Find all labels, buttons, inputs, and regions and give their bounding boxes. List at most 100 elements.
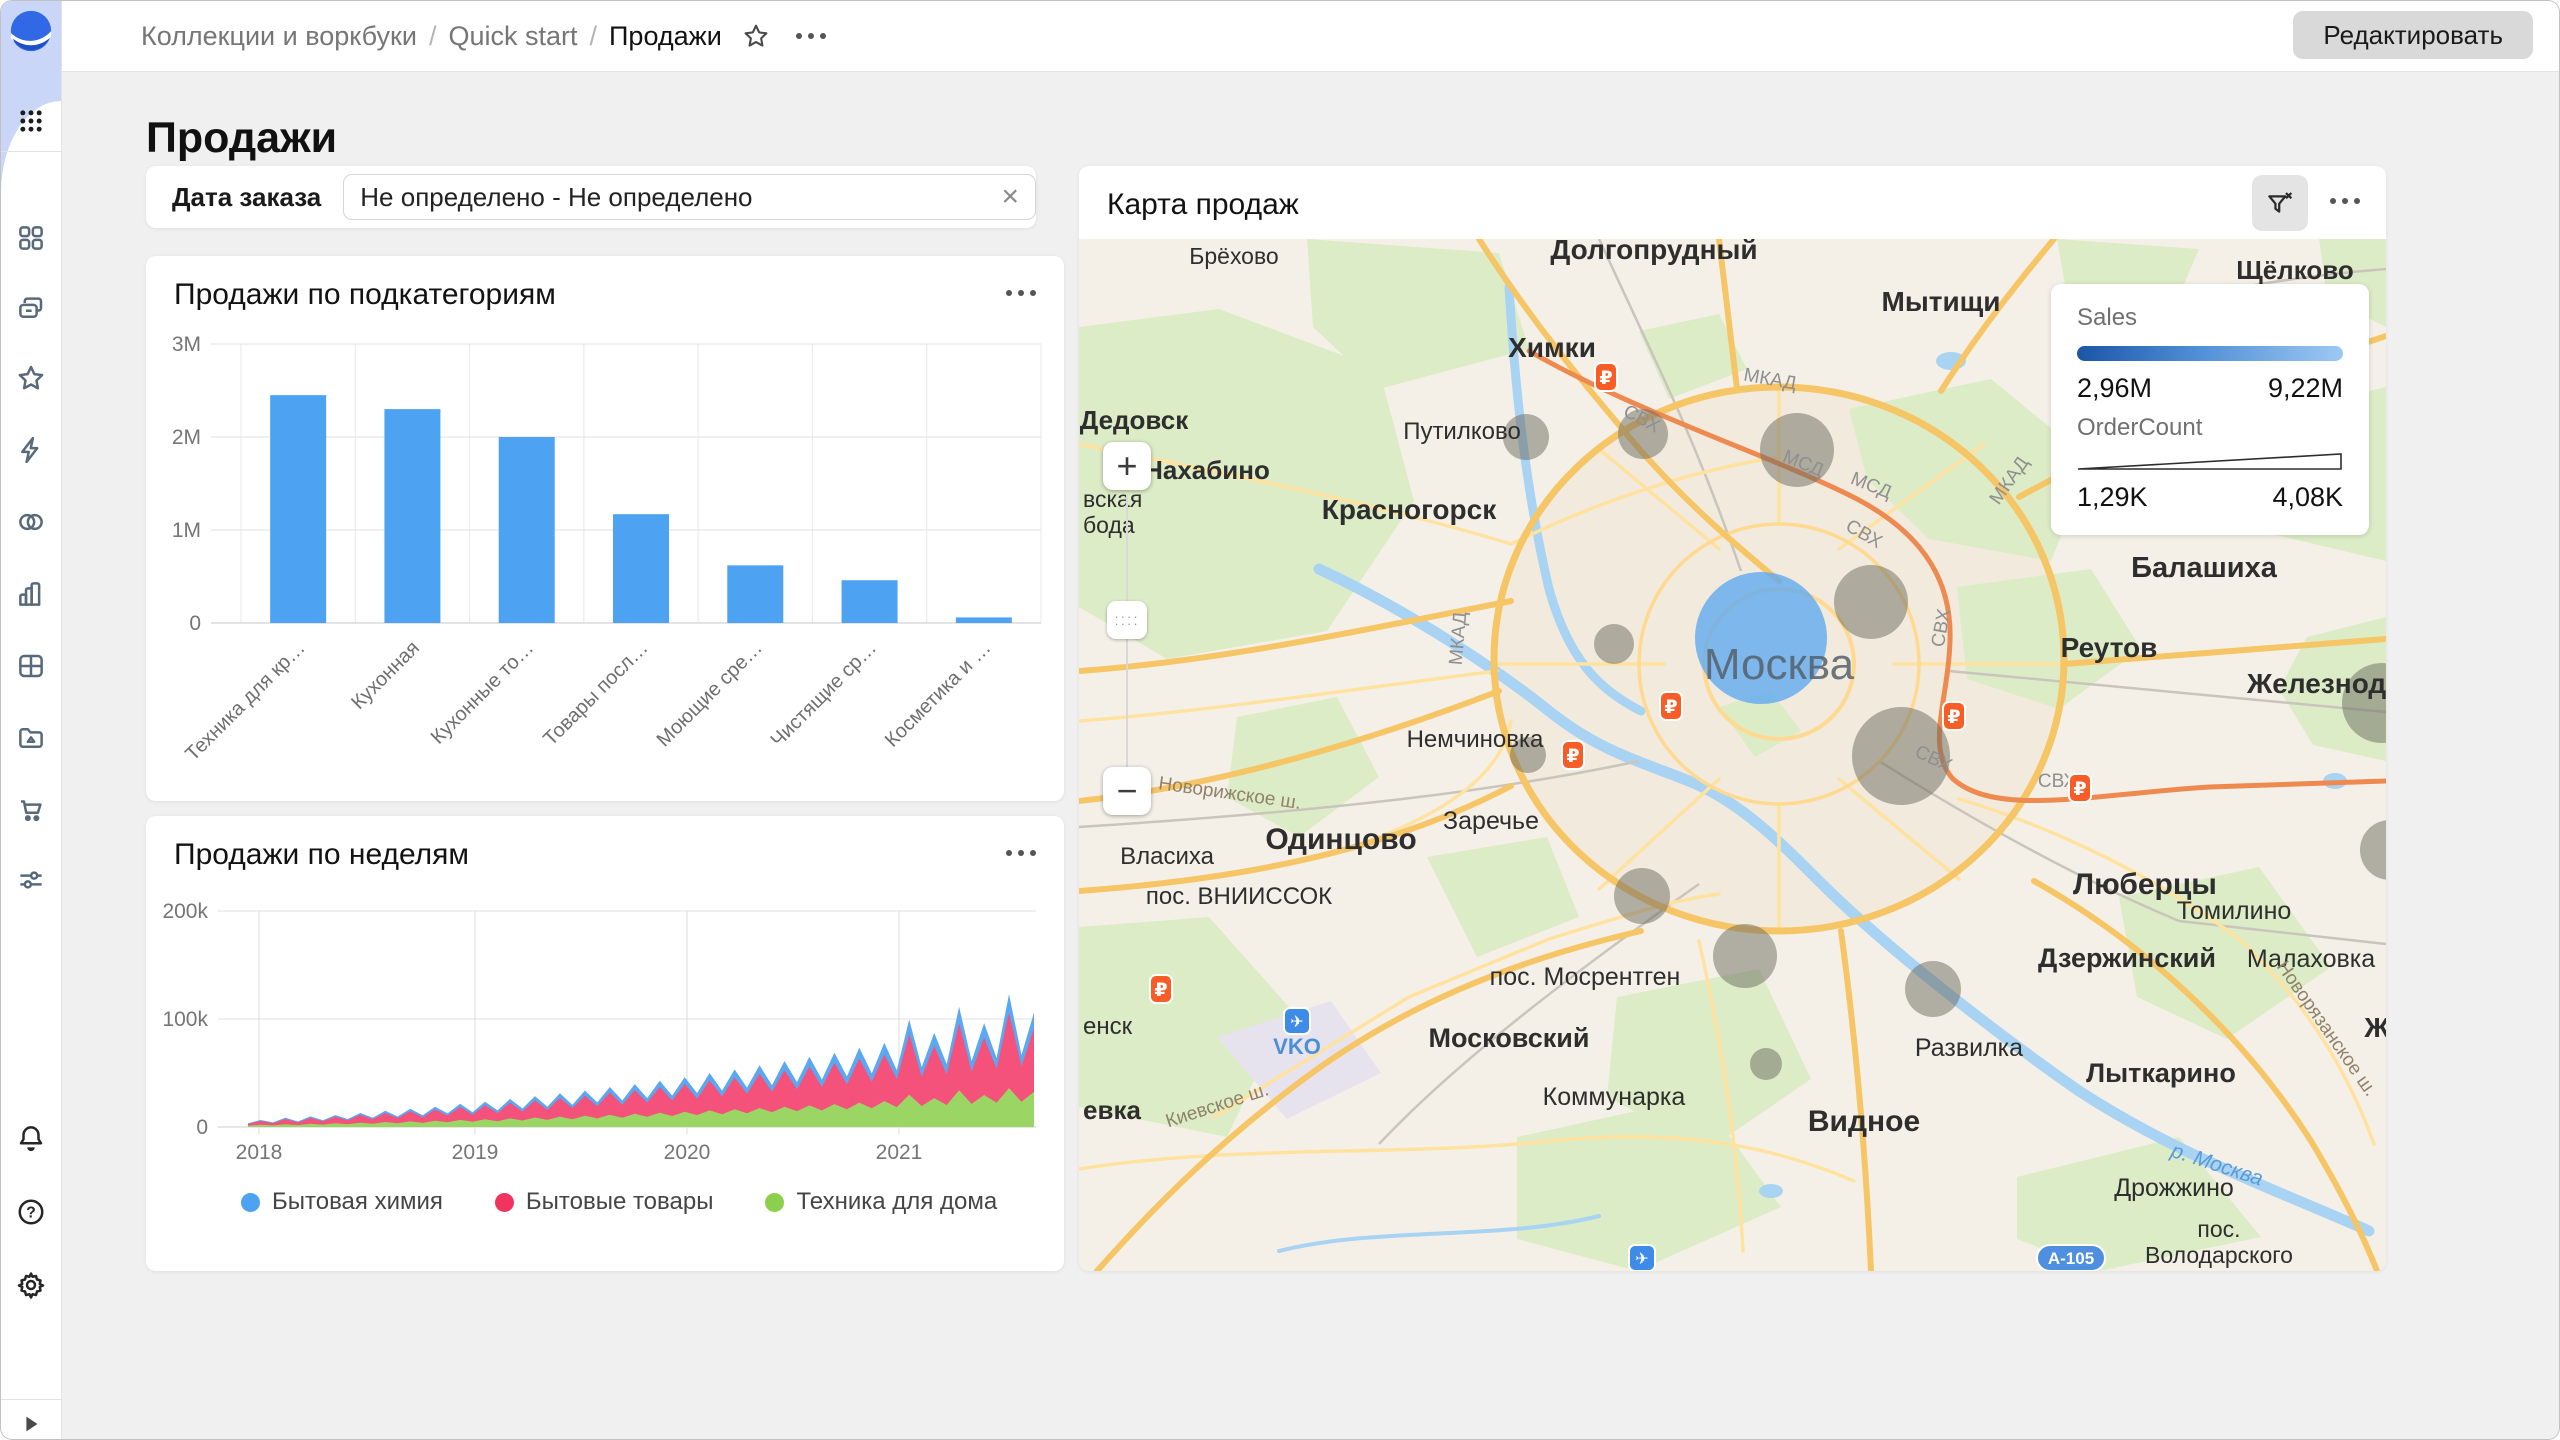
gear-icon: [16, 1270, 46, 1300]
bar[interactable]: [384, 409, 440, 623]
settings-button[interactable]: [16, 1270, 46, 1300]
app-window: ? Коллекции и воркбуки / Quick start / П…: [0, 0, 2560, 1440]
date-filter-input[interactable]: Не определено - Не определено ×: [343, 174, 1036, 220]
dot: [2330, 198, 2336, 204]
zoom-slider-handle[interactable]: ········: [1107, 601, 1147, 639]
mcd-glyph: ₽: [1599, 367, 1612, 389]
map-bubble[interactable]: [1905, 961, 1961, 1017]
map-badge-mcd: ₽: [2069, 774, 2091, 802]
map-label: Видное: [1808, 1105, 1920, 1138]
expand-sidebar-button[interactable]: [16, 1409, 46, 1439]
map-label: Дрожжино: [2114, 1174, 2234, 1202]
bar-chart-title: Продажи по подкатегориям: [174, 278, 556, 312]
bar-chart-menu-button[interactable]: [1006, 290, 1036, 296]
map-bubble[interactable]: [1750, 1048, 1782, 1080]
handle-dots-icon: ········: [1114, 613, 1139, 627]
dot: [2342, 198, 2348, 204]
star-icon: [742, 22, 770, 50]
map-label: Немчиновка: [1407, 726, 1544, 753]
map-body[interactable]: БрёховоДолгопрудныйМытищиЩёлковоХимкиПут…: [1079, 239, 2386, 1271]
breadcrumb-collections[interactable]: Коллекции и воркбуки: [141, 21, 417, 52]
map-label: Железнодорожный: [2246, 668, 2386, 699]
folder-image-icon: [16, 723, 46, 753]
sales-max-value: 9,22M: [2268, 373, 2343, 404]
clear-filter-icon[interactable]: ×: [1001, 182, 1019, 212]
map-label: VKO: [1273, 1034, 1321, 1059]
dot: [796, 33, 802, 39]
map-menu-button[interactable]: [2330, 198, 2360, 204]
x-axis-tick: 2018: [236, 1141, 283, 1164]
area-chart[interactable]: 200k100k02018201920202021: [146, 886, 1064, 1181]
legend-item[interactable]: Бытовая химия: [241, 1188, 443, 1216]
legend-label: Техника для дома: [796, 1188, 997, 1216]
legend-label: Бытовые товары: [526, 1188, 714, 1216]
bar[interactable]: [842, 580, 898, 623]
sidebar-item-datasets[interactable]: [16, 651, 46, 681]
dot: [1006, 290, 1012, 296]
zoom-in-button[interactable]: +: [1103, 442, 1151, 490]
map-filter-button[interactable]: [2252, 175, 2308, 231]
map-badge-mcd: ₽: [1660, 692, 1682, 720]
date-filter-label: Дата заказа: [172, 182, 321, 213]
x-axis-tick: Техника для кр…: [181, 637, 309, 765]
x-axis-tick: 2020: [664, 1141, 711, 1164]
apps-grid-icon[interactable]: [16, 106, 46, 136]
map-label: Московский: [1429, 1023, 1590, 1053]
area-chart-menu-button[interactable]: [1006, 850, 1036, 856]
edit-button[interactable]: Редактировать: [2293, 11, 2533, 59]
map-bubble[interactable]: [1834, 565, 1908, 639]
dot: [1006, 850, 1012, 856]
notifications-button[interactable]: [16, 1123, 46, 1153]
sidebar-item-favorites[interactable]: [16, 363, 46, 393]
map-bubble[interactable]: [1614, 868, 1670, 924]
sidebar: ?: [1, 1, 62, 1440]
airplane-glyph: ✈: [1635, 1249, 1648, 1268]
bar[interactable]: [499, 437, 555, 623]
sidebar-item-files[interactable]: [16, 723, 46, 753]
mcd-glyph: ₽: [1566, 745, 1579, 767]
map-label: Томилино: [2177, 897, 2292, 925]
y-axis-tick: 3M: [172, 333, 201, 356]
datalens-logo[interactable]: [9, 9, 53, 53]
sidebar-item-charts[interactable]: [16, 579, 46, 609]
map-label: Развилка: [1915, 1034, 2023, 1062]
sidebar-item-connections[interactable]: [16, 507, 46, 537]
legend-label: Бытовая химия: [272, 1188, 443, 1216]
panel-area-chart: Продажи по неделям 200k100k0201820192020…: [146, 816, 1064, 1271]
y-axis-tick: 100k: [162, 1008, 208, 1031]
y-axis-tick: 0: [189, 612, 201, 635]
bar[interactable]: [270, 395, 326, 623]
help-button[interactable]: ?: [16, 1197, 46, 1227]
sales-legend-label: Sales: [2077, 304, 2343, 332]
bar-chart[interactable]: 3M2M1M0Техника для кр…КухоннаяКухонные т…: [146, 326, 1064, 801]
zoom-out-button[interactable]: −: [1103, 767, 1151, 815]
legend-item[interactable]: Бытовые товары: [495, 1188, 714, 1216]
map-badge-air: ✈: [1284, 1008, 1310, 1034]
sidebar-item-operations[interactable]: [16, 435, 46, 465]
bar[interactable]: [613, 514, 669, 623]
more-actions-button[interactable]: [796, 33, 826, 39]
map-label: пос. ВНИИССОК: [1146, 883, 1332, 910]
breadcrumb-workbook[interactable]: Quick start: [448, 21, 577, 52]
favorite-star-button[interactable]: [742, 22, 770, 50]
bar[interactable]: [956, 617, 1012, 623]
dot: [808, 33, 814, 39]
legend-dot-icon: [765, 1193, 784, 1212]
x-axis-tick: Товары посл…: [539, 637, 652, 750]
map-badge-mcd: ₽: [1943, 702, 1965, 730]
map-label: Щёлково: [2236, 255, 2354, 285]
sidebar-item-collections[interactable]: [16, 223, 46, 253]
sidebar-item-services[interactable]: [16, 865, 46, 895]
map-badge-road: А-105: [2037, 1245, 2105, 1271]
dot: [1018, 850, 1024, 856]
map-bubble[interactable]: [1713, 924, 1777, 988]
map-bubble[interactable]: [1594, 624, 1634, 664]
copy-icon: [16, 293, 46, 323]
sidebar-item-workbooks[interactable]: [16, 293, 46, 323]
bar[interactable]: [727, 565, 783, 623]
legend-item[interactable]: Техника для дома: [765, 1188, 997, 1216]
funnel-x-icon: [2264, 187, 2296, 219]
map-badge-air: ✈: [1629, 1245, 1655, 1271]
sidebar-item-marketplace[interactable]: [16, 794, 46, 824]
y-axis-tick: 0: [196, 1116, 208, 1139]
